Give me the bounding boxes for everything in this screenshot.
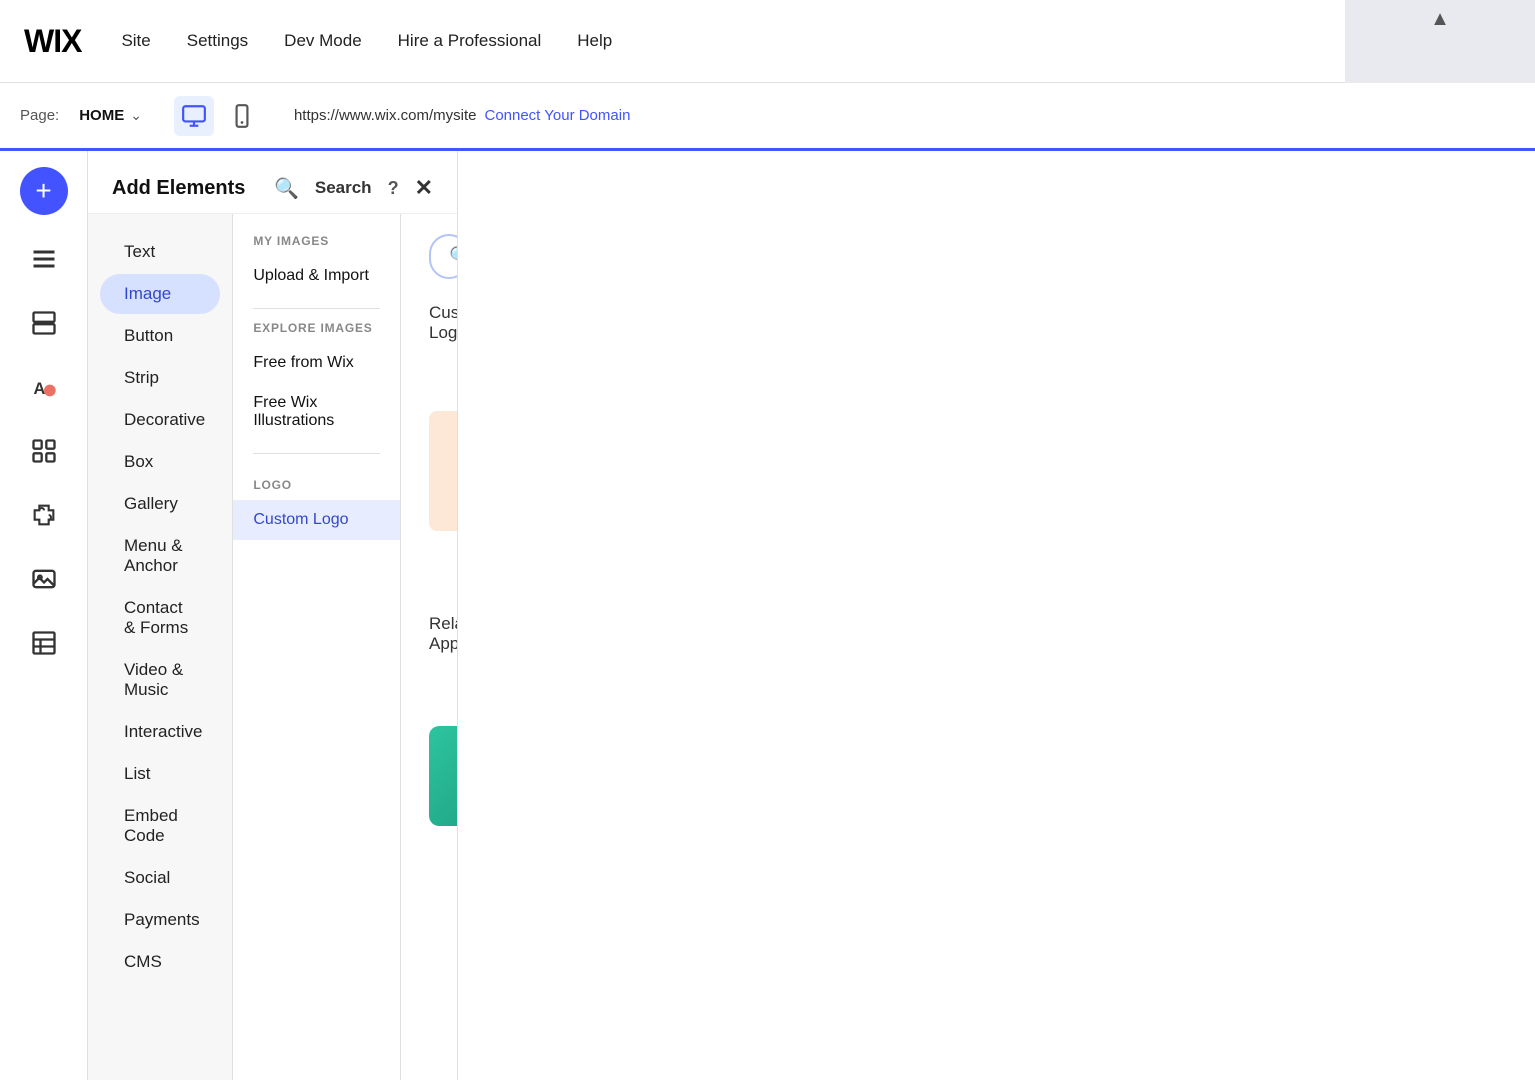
apps-button[interactable] — [16, 423, 72, 479]
page-name: HOME — [79, 107, 124, 124]
custom-logo-item[interactable]: Custom Logo — [233, 500, 400, 540]
columns-area: Text Image Button Strip Decorative Box G… — [88, 214, 457, 1080]
second-bar: Page: HOME ⌄ https://www.wix.com/mysite … — [0, 83, 1535, 151]
free-wix-illustrations-item[interactable]: Free Wix Illustrations — [233, 383, 400, 441]
category-button[interactable]: Button — [100, 316, 220, 356]
mobile-view-button[interactable] — [222, 96, 262, 136]
panel-title: Add Elements — [112, 177, 245, 200]
logo-label: LOGO — [233, 466, 400, 500]
divider-2 — [253, 453, 380, 454]
url-bar: https://www.wix.com/mysite Connect Your … — [294, 107, 630, 124]
element-category-list: Text Image Button Strip Decorative Box G… — [88, 214, 233, 1080]
nav-items: Site Settings Dev Mode Hire a Profession… — [121, 31, 612, 51]
desktop-view-button[interactable] — [174, 96, 214, 136]
connect-domain-link[interactable]: Connect Your Domain — [484, 107, 630, 124]
custom-logo-title: Custom Logo — [429, 303, 457, 343]
category-menu-anchor[interactable]: Menu & Anchor — [100, 526, 220, 586]
divider-1 — [253, 308, 380, 309]
explore-images-label: EXPLORE IMAGES — [233, 321, 400, 343]
search-icon[interactable]: 🔍 — [274, 176, 299, 201]
category-text[interactable]: Text — [100, 232, 220, 272]
category-cms[interactable]: CMS — [100, 942, 220, 982]
nav-site[interactable]: Site — [121, 31, 150, 51]
add-elements-button[interactable]: + — [20, 167, 68, 215]
help-button[interactable]: ? — [388, 178, 399, 199]
svg-text:A: A — [33, 380, 45, 398]
rollover-app-thumbnail: 🪄 — [429, 726, 457, 826]
hamburger-menu-button[interactable] — [16, 231, 72, 287]
category-embed-code[interactable]: Embed Code — [100, 796, 220, 856]
page-label: Page: — [20, 107, 59, 124]
media-button[interactable] — [16, 551, 72, 607]
category-decorative[interactable]: Decorative — [100, 400, 220, 440]
nav-help[interactable]: Help — [577, 31, 612, 51]
puzzle-button[interactable] — [16, 487, 72, 543]
panel-header: Add Elements 🔍 Search ? ✕ — [88, 151, 457, 214]
category-payments[interactable]: Payments — [100, 900, 220, 940]
top-nav: WIX Site Settings Dev Mode Hire a Profes… — [0, 0, 1535, 83]
category-image[interactable]: Image — [100, 274, 220, 314]
close-button[interactable]: ✕ — [415, 175, 433, 201]
nav-hire[interactable]: Hire a Professional — [398, 31, 542, 51]
category-video-music[interactable]: Video & Music — [100, 650, 220, 710]
main-layout: + A — [0, 151, 1535, 1080]
panel-header-right: 🔍 Search ? ✕ — [274, 175, 433, 201]
sections-button[interactable] — [16, 295, 72, 351]
search-bar-icon: 🔍 — [449, 246, 457, 267]
category-strip[interactable]: Strip — [100, 358, 220, 398]
category-list[interactable]: List — [100, 754, 220, 794]
text-theme-button[interactable]: A — [16, 359, 72, 415]
page-dropdown[interactable]: HOME ⌄ — [79, 107, 142, 124]
sidebar-icons: + A — [0, 151, 88, 1080]
category-gallery[interactable]: Gallery — [100, 484, 220, 524]
related-apps-title-text: Related Apps — [429, 614, 457, 654]
category-box[interactable]: Box — [100, 442, 220, 482]
category-contact-forms[interactable]: Contact & Forms — [100, 588, 220, 648]
nav-settings[interactable]: Settings — [187, 31, 248, 51]
add-elements-panel: Add Elements 🔍 Search ? ✕ Text Image But… — [88, 151, 458, 1080]
table-button[interactable] — [16, 615, 72, 671]
nav-devmode[interactable]: Dev Mode — [284, 31, 361, 51]
nav-top-right-panel[interactable]: ▲ — [1345, 0, 1535, 83]
app-thumb-inner: 🪄 — [429, 726, 457, 826]
free-from-wix-item[interactable]: Free from Wix — [233, 343, 400, 383]
wix-logo: WIX — [24, 23, 81, 60]
search-button[interactable]: Search — [315, 178, 372, 198]
logo-thumbnail: ✿ LOGO — [429, 411, 457, 531]
right-detail-panel: 🔍 Custom Logo i ✿ LOGO Add Logo Make you — [401, 214, 457, 1080]
image-subcategory-panel: MY IMAGES Upload & Import EXPLORE IMAGES… — [233, 214, 401, 1080]
category-interactive[interactable]: Interactive — [100, 712, 220, 752]
chevron-down-icon: ⌄ — [130, 107, 142, 124]
image-search-bar[interactable]: 🔍 — [429, 234, 457, 279]
my-images-label: MY IMAGES — [233, 234, 400, 256]
upload-import-item[interactable]: Upload & Import — [233, 256, 400, 296]
site-url: https://www.wix.com/mysite — [294, 107, 477, 124]
category-social[interactable]: Social — [100, 858, 220, 898]
chevron-up-icon: ▲ — [1430, 8, 1450, 31]
device-icons — [174, 96, 262, 136]
